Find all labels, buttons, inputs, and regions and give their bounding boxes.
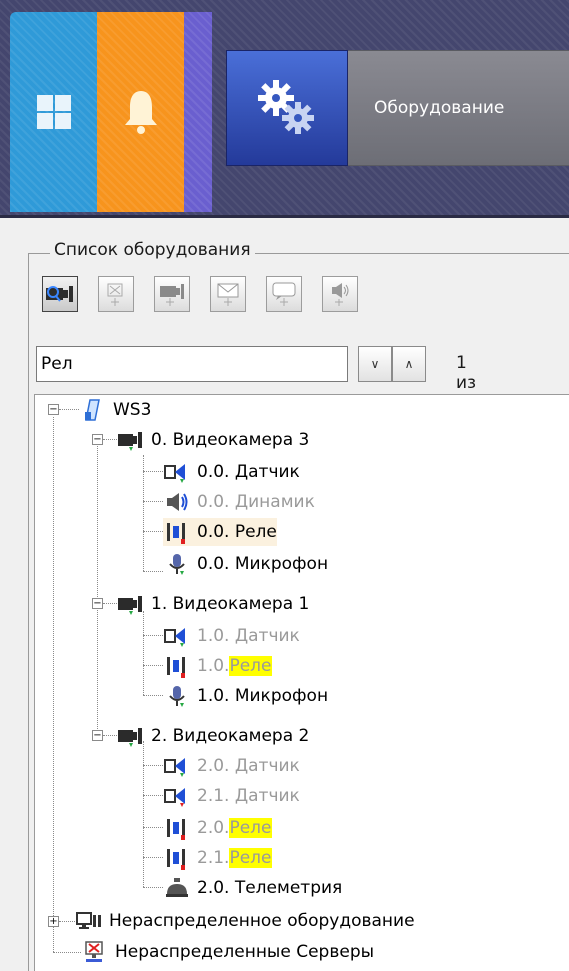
tree-node-label: 0.0. Реле: [197, 522, 277, 542]
tree-node-label: 2.0. Телеметрия: [197, 878, 343, 898]
tree-node-label: 2. Видеокамера 2: [151, 726, 310, 746]
windows-icon: [36, 95, 71, 129]
server-error-icon: [81, 940, 109, 964]
chevron-down-icon: ∨: [370, 357, 380, 371]
telemetry-icon: [163, 876, 191, 900]
gears-icon: [258, 80, 314, 134]
relay-icon: [163, 654, 191, 678]
tree-node-sensor[interactable]: 2.0. Датчик: [163, 752, 300, 780]
tree-node-label: 1.0. Датчик: [197, 626, 300, 646]
collapse-toggle[interactable]: −: [92, 434, 103, 445]
add-speaker-button[interactable]: [322, 276, 358, 312]
expand-toggle[interactable]: +: [48, 916, 59, 927]
camera-search-icon: [46, 286, 73, 302]
tree-node-relay-selected[interactable]: 0.0. Реле: [163, 518, 277, 546]
equipment-group-icon: [75, 909, 103, 933]
tree-node-camera-1[interactable]: 1. Видеокамера 1: [117, 590, 309, 618]
camera-icon: [117, 428, 145, 452]
purple-tile[interactable]: [184, 12, 212, 212]
search-highlight: Реле: [229, 656, 272, 676]
search-highlight: Реле: [229, 848, 272, 868]
equipment-icon-button[interactable]: [226, 50, 348, 166]
collapse-toggle[interactable]: −: [48, 404, 59, 415]
search-camera-button[interactable]: [42, 276, 78, 312]
microphone-icon: [163, 552, 191, 576]
camera-icon: [117, 724, 145, 748]
tree-node-label: 0.0. Микрофон: [197, 554, 329, 574]
bell-icon: [124, 91, 157, 134]
relay-icon: [163, 520, 191, 544]
equipment-tab[interactable]: Оборудование: [348, 50, 569, 166]
relay-icon: [163, 846, 191, 870]
tree-node-label: 2.0.: [197, 818, 230, 838]
tree-node-label: WS3: [113, 400, 152, 420]
add-camera-icon: [160, 284, 184, 306]
relay-icon: [163, 816, 191, 840]
sensor-icon: [163, 754, 191, 778]
search-highlight: Реле: [229, 818, 272, 838]
tree-node-telemetry[interactable]: 2.0. Телеметрия: [163, 874, 342, 902]
tree-node-label: 0.0. Динамик: [197, 492, 315, 512]
toolbar: [42, 276, 378, 324]
tree-node-relay[interactable]: 1.0. Реле: [163, 652, 272, 680]
add-sensor-button[interactable]: [98, 276, 134, 312]
top-banner: Оборудование: [0, 0, 569, 218]
server-icon: [79, 398, 107, 422]
sensor-icon: [163, 460, 191, 484]
tree-node-relay[interactable]: 2.0. Реле: [163, 814, 272, 842]
tree-node-camera-0[interactable]: 0. Видеокамера 3: [117, 426, 309, 454]
add-mail-button[interactable]: [210, 276, 246, 312]
tree-node-label: Нераспределенные Серверы: [115, 942, 375, 962]
sensor-icon: [163, 624, 191, 648]
tree-node-speaker[interactable]: 0.0. Динамик: [163, 488, 315, 516]
alerts-tile[interactable]: [97, 12, 184, 212]
tree-node-label: 2.1.: [197, 848, 230, 868]
add-sms-button[interactable]: [266, 276, 302, 312]
tree-node-sensor[interactable]: 2.1. Датчик: [163, 782, 300, 810]
tree-node-label: 2.0. Датчик: [197, 756, 300, 776]
search-prev-button[interactable]: ∧: [392, 346, 426, 382]
tree-node-label: 0. Видеокамера 3: [151, 430, 310, 450]
tree-node-label: 1.0.: [197, 656, 230, 676]
add-sms-icon: [272, 282, 296, 306]
windows-tile[interactable]: [10, 12, 97, 212]
add-camera-button[interactable]: [154, 276, 190, 312]
collapse-toggle[interactable]: −: [92, 598, 103, 609]
camera-icon: [117, 592, 145, 616]
equipment-tree[interactable]: − WS3 − 0. Видеокамера 3 0.0. Датчик 0.0…: [34, 394, 569, 971]
tree-node-relay[interactable]: 2.1. Реле: [163, 844, 272, 872]
equipment-list-title: Список оборудования: [50, 240, 255, 260]
equipment-tab-label: Оборудование: [374, 98, 505, 118]
tree-node-label: 1. Видеокамера 1: [151, 594, 310, 614]
collapse-toggle[interactable]: −: [92, 730, 103, 741]
chevron-up-icon: ∧: [404, 357, 414, 371]
add-speaker-icon: [332, 283, 349, 306]
tree-node-unassigned-servers[interactable]: Нераспределенные Серверы: [81, 938, 374, 966]
add-mail-icon: [217, 283, 239, 306]
tree-node-unassigned-equipment[interactable]: Нераспределенное оборудование: [75, 907, 415, 935]
search-input[interactable]: [36, 346, 348, 382]
tree-node-label: Нераспределенное оборудование: [109, 911, 415, 931]
tree-node-sensor[interactable]: 1.0. Датчик: [163, 622, 300, 650]
tree-node-label: 1.0. Микрофон: [197, 686, 329, 706]
add-sensor-icon: [107, 283, 123, 306]
tree-node-microphone[interactable]: 1.0. Микрофон: [163, 682, 328, 710]
tree-node-label: 2.1. Датчик: [197, 786, 300, 806]
search-next-button[interactable]: ∨: [358, 346, 392, 382]
sensor-icon: [163, 784, 191, 808]
tree-node-ws3[interactable]: WS3: [79, 396, 151, 424]
tree-node-microphone[interactable]: 0.0. Микрофон: [163, 550, 328, 578]
tree-node-sensor[interactable]: 0.0. Датчик: [163, 458, 300, 486]
speaker-icon: [163, 490, 191, 514]
tree-node-label: 0.0. Датчик: [197, 462, 300, 482]
tree-node-camera-2[interactable]: 2. Видеокамера 2: [117, 722, 309, 750]
microphone-icon: [163, 684, 191, 708]
